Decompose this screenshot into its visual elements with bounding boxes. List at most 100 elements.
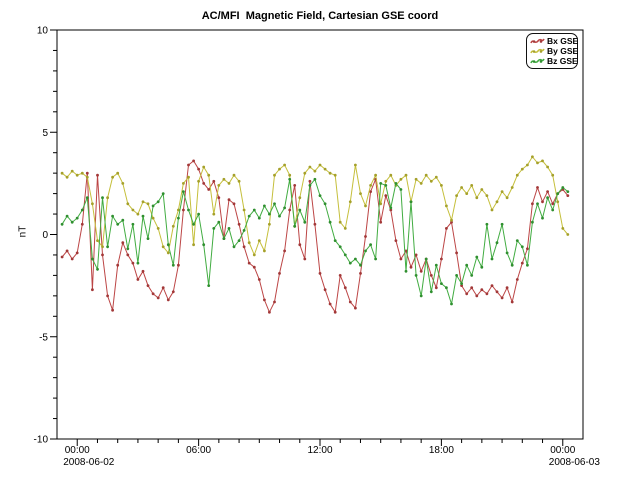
legend-entry-bx: Bx GSE bbox=[530, 36, 574, 46]
series-marker-bx bbox=[91, 288, 94, 291]
legend: Bx GSE By GSE Bz GSE bbox=[526, 33, 578, 69]
series-marker-bz bbox=[162, 192, 165, 195]
series-marker-by bbox=[319, 164, 322, 167]
series-marker-bz bbox=[384, 184, 387, 187]
series-marker-bz bbox=[359, 264, 362, 267]
y-tick-label: -10 bbox=[34, 435, 49, 446]
series-line-bx bbox=[62, 161, 568, 312]
series-marker-bx bbox=[445, 227, 448, 230]
series-marker-by bbox=[329, 172, 332, 175]
series-marker-by bbox=[152, 217, 155, 220]
series-marker-by bbox=[263, 250, 266, 253]
series-marker-bx bbox=[526, 247, 529, 250]
series-marker-bx bbox=[273, 301, 276, 304]
series-marker-bz bbox=[445, 286, 448, 289]
series-marker-bz bbox=[369, 243, 372, 246]
series-marker-bx bbox=[329, 303, 332, 306]
series-marker-by bbox=[238, 180, 241, 183]
series-marker-bx bbox=[501, 297, 504, 300]
series-marker-bz bbox=[187, 209, 190, 212]
series-marker-bz bbox=[177, 217, 180, 220]
series-marker-bz bbox=[410, 200, 413, 203]
series-marker-by bbox=[91, 202, 94, 205]
series-marker-bx bbox=[142, 270, 145, 273]
series-marker-bz bbox=[400, 188, 403, 191]
series-marker-by bbox=[536, 162, 539, 165]
series-marker-by bbox=[374, 174, 377, 177]
series-marker-bx bbox=[111, 309, 114, 312]
series-marker-by bbox=[496, 200, 499, 203]
legend-label-bx: Bx GSE bbox=[547, 36, 578, 46]
series-marker-by bbox=[132, 209, 135, 212]
series-marker-bx bbox=[182, 209, 185, 212]
series-marker-bx bbox=[106, 295, 109, 298]
series-marker-bx bbox=[238, 223, 241, 226]
series-marker-bx bbox=[268, 311, 271, 314]
x-tick-label: 06:00 bbox=[186, 445, 211, 456]
series-marker-bz bbox=[207, 284, 210, 287]
series-marker-bx bbox=[162, 286, 165, 289]
bx-line-sample-icon bbox=[530, 37, 545, 46]
series-marker-by bbox=[521, 168, 524, 171]
series-marker-by bbox=[349, 200, 352, 203]
series-marker-bx bbox=[278, 272, 281, 275]
series-marker-by bbox=[223, 178, 226, 181]
series-marker-bx bbox=[177, 264, 180, 267]
series-marker-bz bbox=[329, 221, 332, 224]
series-marker-by bbox=[258, 239, 261, 242]
series-marker-bz bbox=[283, 207, 286, 210]
series-marker-bz bbox=[450, 303, 453, 306]
series-marker-bx bbox=[511, 301, 514, 304]
series-marker-by bbox=[491, 209, 494, 212]
series-marker-by bbox=[157, 227, 160, 230]
series-marker-bx bbox=[480, 288, 483, 291]
series-marker-bz bbox=[440, 282, 443, 285]
series-marker-by bbox=[541, 160, 544, 163]
series-marker-bx bbox=[152, 292, 155, 295]
series-marker-bx bbox=[491, 284, 494, 287]
series-marker-bz bbox=[551, 209, 554, 212]
series-marker-bz bbox=[126, 247, 129, 250]
series-marker-by bbox=[415, 178, 418, 181]
series-marker-by bbox=[248, 241, 251, 244]
series-marker-by bbox=[511, 186, 514, 189]
series-marker-bz bbox=[420, 295, 423, 298]
series-marker-bz bbox=[96, 268, 99, 271]
series-marker-bz bbox=[303, 221, 306, 224]
series-marker-bx bbox=[126, 254, 129, 257]
series-marker-bx bbox=[172, 290, 175, 293]
series-marker-bx bbox=[167, 299, 170, 302]
series-marker-bx bbox=[253, 266, 256, 269]
series-marker-by bbox=[359, 192, 362, 195]
legend-label-bz: Bz GSE bbox=[547, 56, 578, 66]
legend-entry-bz: Bz GSE bbox=[530, 56, 574, 66]
series-marker-bz bbox=[354, 258, 357, 261]
plot-window: AC/MFI Magnetic Field, Cartesian GSE coo… bbox=[0, 0, 640, 480]
series-marker-bz bbox=[91, 258, 94, 261]
series-marker-by bbox=[324, 168, 327, 171]
series-marker-bz bbox=[531, 221, 534, 224]
series-marker-bz bbox=[167, 243, 170, 246]
series-marker-by bbox=[551, 174, 554, 177]
series-marker-bz bbox=[121, 219, 124, 222]
series-marker-by bbox=[506, 196, 509, 199]
series-marker-bz bbox=[486, 223, 489, 226]
series-marker-by bbox=[71, 170, 74, 173]
series-marker-by bbox=[197, 180, 200, 183]
series-marker-by bbox=[314, 170, 317, 173]
series-marker-bz bbox=[536, 202, 539, 205]
series-marker-by bbox=[556, 200, 559, 203]
series-marker-bx bbox=[339, 274, 342, 277]
series-marker-bz bbox=[106, 245, 109, 248]
series-marker-bz bbox=[223, 237, 226, 240]
series-marker-by bbox=[470, 184, 473, 187]
series-marker-bx bbox=[314, 223, 317, 226]
series-marker-bz bbox=[288, 178, 291, 181]
series-marker-bz bbox=[76, 217, 79, 220]
series-marker-by bbox=[364, 205, 367, 208]
series-marker-bz bbox=[116, 223, 119, 226]
series-marker-bz bbox=[475, 256, 478, 259]
series-marker-bz bbox=[263, 205, 266, 208]
series-marker-bz bbox=[566, 190, 569, 193]
series-marker-bx bbox=[71, 258, 74, 261]
